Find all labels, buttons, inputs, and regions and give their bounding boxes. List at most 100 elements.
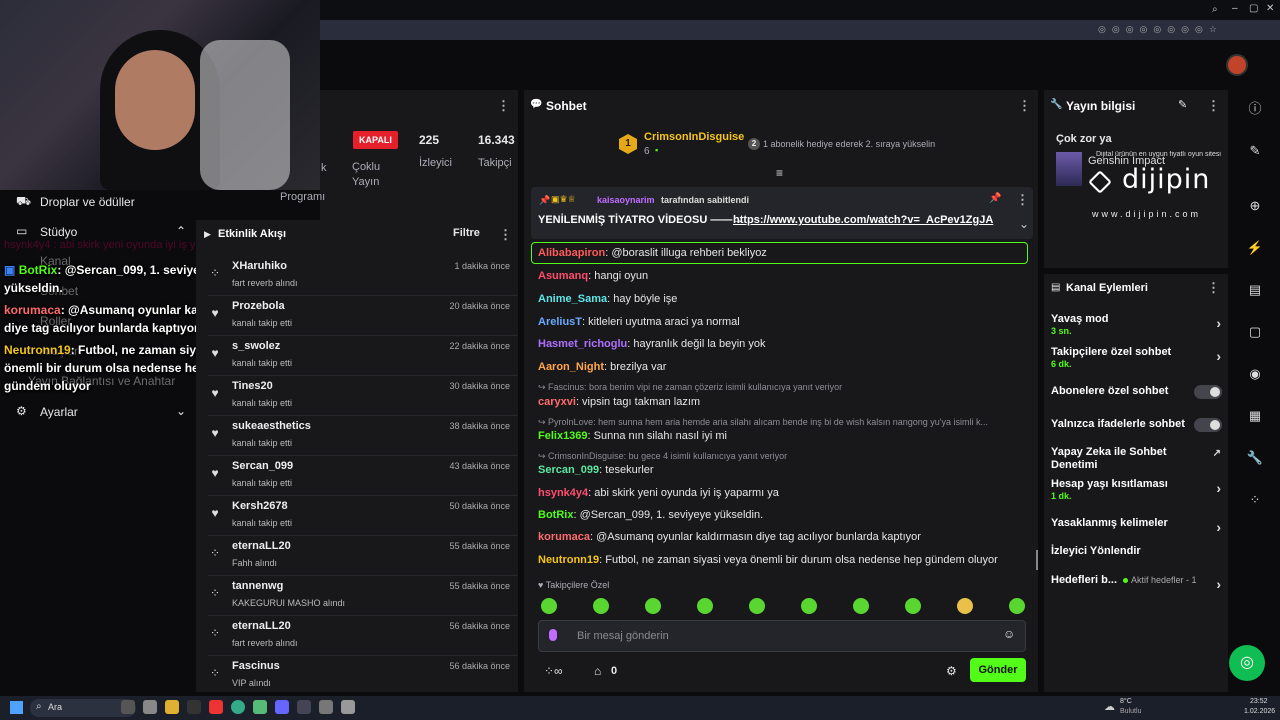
channel-action-item[interactable]: Yavaş mod 3 sn. › xyxy=(1051,313,1221,336)
chrome-icon[interactable] xyxy=(231,700,245,714)
channel-action-item[interactable]: İzleyici Yönlendir xyxy=(1051,545,1221,558)
edit-icon[interactable]: ✎ xyxy=(1245,141,1265,161)
chat-user[interactable]: Hasmet_richoglu xyxy=(538,338,627,350)
chat-user[interactable]: caryxvi xyxy=(538,396,576,408)
obs-icon[interactable] xyxy=(319,700,333,714)
lightning-icon[interactable]: ⚡ xyxy=(1245,238,1265,258)
emote-icon[interactable] xyxy=(541,598,557,614)
chevron-down-icon[interactable]: ⌄ xyxy=(1019,217,1029,231)
browser-toolbar[interactable]: ◎◎◎◎◎◎◎◎☆ xyxy=(320,20,1280,40)
channel-action-item[interactable]: Hesap yaşı kısıtlaması 1 dk. › xyxy=(1051,478,1221,501)
channel-action-item[interactable]: Yalnızca ifadelerle sohbet xyxy=(1051,418,1222,432)
activity-row[interactable]: ♥ Sercan_099 kanalı takip etti 43 dakika ön… xyxy=(200,456,518,496)
settings-gear-icon[interactable]: ⚙ xyxy=(946,664,957,678)
activity-user[interactable]: Kersh2678 xyxy=(232,500,288,512)
activity-user[interactable]: Prozebola xyxy=(232,300,285,312)
spotify-icon[interactable] xyxy=(253,700,267,714)
layout-icon[interactable]: ▦ xyxy=(1245,406,1265,426)
pinned-link[interactable]: https://www.youtube.com/watch?v=_AcPev1Z… xyxy=(733,214,993,226)
target-icon[interactable]: ⊕ xyxy=(1245,196,1265,216)
maximize-icon[interactable]: ▢ xyxy=(1249,3,1258,14)
chat-user[interactable]: Sercan_099 xyxy=(538,464,599,476)
chat-user[interactable]: AreliusT xyxy=(538,316,582,328)
menu-item-settings[interactable]: ⚙ Ayarlar ⌄ xyxy=(16,404,186,424)
notes-icon[interactable]: ▤ xyxy=(1245,280,1265,300)
more-options-icon[interactable]: ⋮ xyxy=(1016,192,1029,208)
activity-user[interactable]: XHaruhiko xyxy=(232,260,287,272)
activity-user[interactable]: tannenwg xyxy=(232,580,283,592)
emote-icon[interactable] xyxy=(801,598,817,614)
activity-row[interactable]: ⁘ XHaruhiko fart reverb alındı 1 dakika önc… xyxy=(200,256,518,296)
activity-user[interactable]: eternaLL20 xyxy=(232,540,291,552)
dots-cluster-icon[interactable]: ⁘ xyxy=(1245,490,1265,510)
extension-icons[interactable]: ◎◎◎◎◎◎◎◎☆ xyxy=(1098,24,1223,35)
activity-row[interactable]: ⁘ tannenwg KAKEGURUI MASHO alındı 55 dakika… xyxy=(200,576,518,616)
chat-user[interactable]: Aaron_Night xyxy=(538,361,604,373)
emote-icon[interactable] xyxy=(697,598,713,614)
widgets-icon[interactable] xyxy=(143,700,157,714)
minimize-icon[interactable]: – xyxy=(1232,3,1238,14)
microphone-icon[interactable] xyxy=(549,629,557,641)
support-button[interactable]: ◎ xyxy=(1229,645,1265,681)
steam-icon[interactable] xyxy=(297,700,311,714)
emoji-icon[interactable]: ☺ xyxy=(1003,627,1015,641)
program-label[interactable]: Programı xyxy=(280,191,325,203)
more-options-icon[interactable]: ⋮ xyxy=(497,98,510,114)
discord-icon[interactable] xyxy=(275,700,289,714)
chat-scrollbar[interactable] xyxy=(1036,550,1038,570)
channel-action-item[interactable]: Abonelere özel sohbet xyxy=(1051,385,1222,399)
activity-row[interactable]: ♥ s_swolez kanalı takip etti 22 dakika önce xyxy=(200,336,518,376)
task-view-icon[interactable] xyxy=(121,700,135,714)
activity-user[interactable]: s_swolez xyxy=(232,340,280,352)
activity-row[interactable]: ♥ Tines20 kanalı takip etti 30 dakika önce xyxy=(200,376,518,416)
activity-user[interactable]: sukeaesthetics xyxy=(232,420,311,432)
close-icon[interactable]: ✕ xyxy=(1266,3,1274,14)
activity-row[interactable]: ♥ sukeaesthetics kanalı takip etti 38 dakik… xyxy=(200,416,518,456)
send-button[interactable]: Gönder xyxy=(970,658,1026,682)
pinned-message[interactable]: 📌 ▣♛♕ kaisaoynarim tarafından sabitlendi… xyxy=(531,187,1033,239)
search-icon[interactable]: ⌕ xyxy=(1212,4,1218,15)
store-icon[interactable]: ⌂ xyxy=(594,664,601,678)
chat-user[interactable]: Neutronn19 xyxy=(538,554,599,566)
gifter-name[interactable]: CrimsonInDisguise xyxy=(644,131,744,143)
chat-user[interactable]: Alibabapiron xyxy=(538,247,605,259)
chat-user[interactable]: korumaca xyxy=(538,531,590,543)
filter-button[interactable]: Filtre xyxy=(453,227,480,239)
emote-icon[interactable] xyxy=(749,598,765,614)
wrench-icon[interactable]: 🔧 xyxy=(1245,448,1265,468)
chat-bubble-icon[interactable]: ▢ xyxy=(1245,322,1265,342)
chat-user[interactable]: Anime_Sama xyxy=(538,293,607,305)
emote-icon[interactable] xyxy=(853,598,869,614)
channel-action-item[interactable]: Takipçilere özel sohbet 6 dk. › xyxy=(1051,346,1221,369)
opera-icon[interactable] xyxy=(209,700,223,714)
edit-icon[interactable]: ✎ xyxy=(1178,98,1187,111)
channel-action-item[interactable]: Hedefleri b... › Aktif hedefler - 1 xyxy=(1051,574,1221,592)
multi-stream-label[interactable]: Çoklu Yayın xyxy=(352,160,392,190)
file-explorer-icon[interactable] xyxy=(165,700,179,714)
chat-user[interactable]: Asumanq xyxy=(538,270,588,282)
pinned-by-user[interactable]: kaisaoynarim xyxy=(597,195,655,205)
emote-icon[interactable] xyxy=(1009,598,1025,614)
terminal-icon[interactable] xyxy=(187,700,201,714)
chat-user[interactable]: Felix1369 xyxy=(538,430,588,442)
app-icon[interactable] xyxy=(341,700,355,714)
avatar[interactable] xyxy=(1226,54,1248,76)
unpin-icon[interactable]: 📌 xyxy=(989,193,1001,204)
channel-action-item[interactable]: Yasaklanmış kelimeler › xyxy=(1051,517,1221,535)
collapse-icon[interactable]: ≡ xyxy=(776,166,783,180)
points-icon[interactable]: ⁘∞ xyxy=(544,664,563,678)
emote-icon[interactable] xyxy=(593,598,609,614)
more-options-icon[interactable]: ⋮ xyxy=(1207,98,1220,114)
menu-item-drops[interactable]: ⛟ Droplar ve ödüller xyxy=(16,194,186,214)
more-options-icon[interactable]: ⋮ xyxy=(499,227,512,243)
activity-user[interactable]: Sercan_099 xyxy=(232,460,293,472)
toggle-switch[interactable] xyxy=(1194,418,1222,432)
activity-row[interactable]: ⁘ eternaLL20 Fahh alındı 55 dakika önce xyxy=(200,536,518,576)
activity-row[interactable]: ♥ Kersh2678 kanalı takip etti 50 dakika önc… xyxy=(200,496,518,536)
windows-start-icon[interactable] xyxy=(10,701,23,714)
activity-row[interactable]: ⁘ eternaLL20 fart reverb alındı 56 dakika ö… xyxy=(200,616,518,656)
emote-icon[interactable] xyxy=(957,598,973,614)
activity-row[interactable]: ♥ Prozebola kanalı takip etti 20 dakika önc… xyxy=(200,296,518,336)
activity-user[interactable]: Fascinus xyxy=(232,660,280,672)
more-options-icon[interactable]: ⋮ xyxy=(1207,280,1220,296)
